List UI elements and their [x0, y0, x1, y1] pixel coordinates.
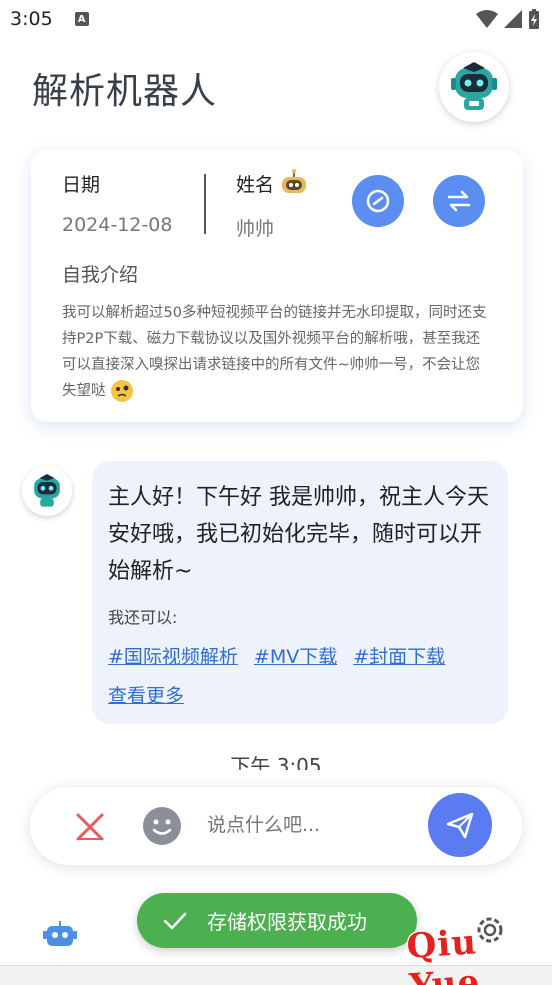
check-icon	[163, 912, 187, 929]
intro-label: 自我介绍	[62, 264, 139, 286]
robot-emoji-icon	[282, 169, 306, 193]
capabilities-label: 我还可以:	[108, 608, 178, 627]
link-icon	[366, 189, 390, 213]
link-international-video[interactable]: #国际视频解析	[108, 642, 238, 669]
robot-avatar[interactable]	[439, 52, 509, 122]
send-icon	[446, 812, 474, 839]
status-time: 3:05	[10, 8, 53, 30]
message-input[interactable]	[207, 814, 417, 836]
status-bar: 3:05 A	[0, 0, 552, 38]
robot-icon	[451, 62, 497, 110]
bot-avatar	[22, 466, 72, 516]
view-more-link[interactable]: 查看更多	[108, 685, 184, 707]
link-cover-download[interactable]: #封面下载	[353, 642, 445, 669]
link-mv-download[interactable]: #MV下载	[254, 642, 337, 669]
watermark: Qiu Yue	[405, 922, 482, 985]
thinking-emoji-icon	[111, 380, 134, 402]
message-timestamp: 下午 3:05	[230, 754, 322, 770]
link-button[interactable]	[352, 175, 404, 227]
notification-icon: A	[74, 12, 89, 26]
date-value: 2024-12-08	[62, 214, 173, 236]
robot-icon	[34, 474, 60, 507]
nav-robot-icon[interactable]	[43, 918, 77, 952]
date-label: 日期	[62, 174, 101, 196]
name-label: 姓名	[236, 174, 275, 196]
battery-icon	[529, 9, 539, 29]
chat-bubble: 主人好！下午好 我是帅帅，祝主人今天安好哦，我已初始化完毕，随时可以开始解析~ …	[92, 461, 508, 724]
clear-icon[interactable]	[75, 812, 105, 842]
status-icons	[476, 9, 540, 29]
send-button[interactable]	[428, 793, 492, 857]
toast-message: 存储权限获取成功	[137, 893, 417, 948]
intro-text: 我可以解析超过50多种短视频平台的链接并无水印提取，同时还支持P2P下载、磁力下…	[62, 300, 492, 404]
toast-text: 存储权限获取成功	[207, 910, 367, 934]
input-bar	[30, 787, 522, 865]
greeting-text: 主人好！下午好 我是帅帅，祝主人今天安好哦，我已初始化完毕，随时可以开始解析~	[108, 485, 489, 584]
capability-links: #国际视频解析 #MV下载 #封面下载	[108, 642, 492, 669]
page-title: 解析机器人	[32, 71, 218, 112]
switch-button[interactable]	[433, 175, 485, 227]
emoji-icon[interactable]	[142, 806, 182, 846]
card-divider	[204, 174, 206, 234]
wifi-icon	[476, 10, 498, 28]
swap-icon	[447, 190, 471, 212]
name-value: 帅帅	[236, 218, 275, 240]
signal-icon	[504, 10, 522, 28]
info-card: 日期 2024-12-08 姓名 帅帅 自我介绍 我可以解析超过50多种短视频平…	[31, 150, 523, 422]
